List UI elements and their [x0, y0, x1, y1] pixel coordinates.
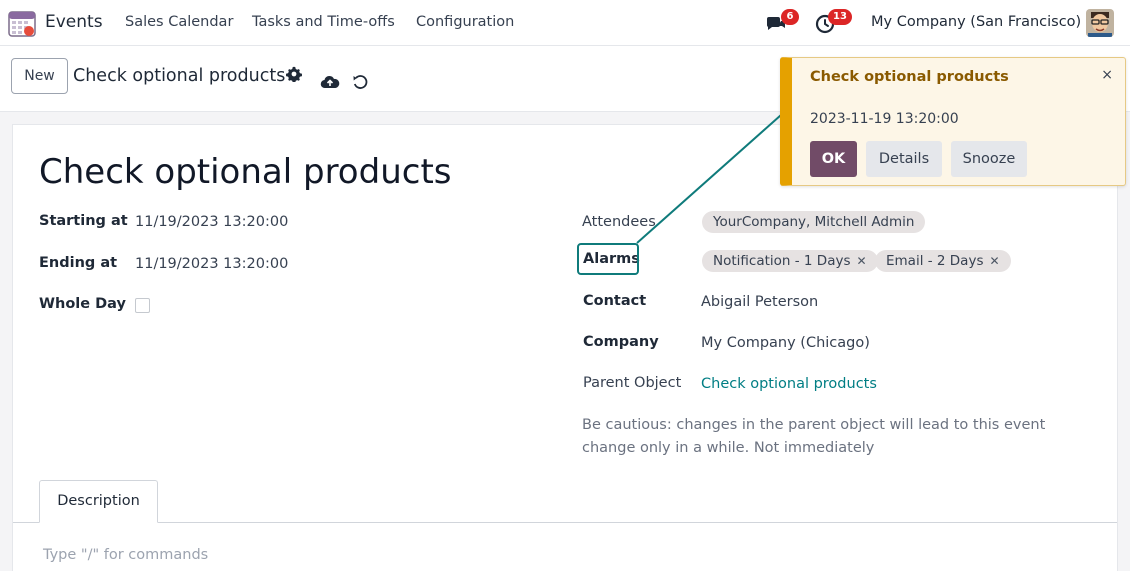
- parent-object-warning: Be cautious: changes in the parent objec…: [582, 417, 1046, 456]
- company-switcher[interactable]: My Company (San Francisco): [871, 14, 1081, 30]
- user-avatar[interactable]: [1086, 9, 1114, 37]
- calendar-app-icon[interactable]: [8, 9, 36, 37]
- starting-at-field[interactable]: 11/19/2023 13:20:00: [135, 214, 288, 230]
- alarms-highlight-box: [577, 243, 639, 275]
- gear-icon[interactable]: [285, 66, 303, 83]
- save-cloud-icon[interactable]: [320, 74, 340, 90]
- alarm-tag-notification[interactable]: Notification - 1 Days ✕: [702, 250, 878, 272]
- tab-divider: [13, 522, 1117, 523]
- tab-description[interactable]: Description: [39, 480, 158, 523]
- remove-tag-icon[interactable]: ✕: [989, 254, 999, 268]
- remove-tag-icon[interactable]: ✕: [857, 254, 867, 268]
- details-button[interactable]: Details: [866, 141, 942, 177]
- menu-tasks-time-offs[interactable]: Tasks and Time-offs: [252, 14, 395, 30]
- attendees-label: Attendees: [582, 214, 656, 230]
- ok-button[interactable]: OK: [810, 141, 857, 177]
- alarm-tag-email[interactable]: Email - 2 Days ✕: [875, 250, 1011, 272]
- menu-sales-calendar[interactable]: Sales Calendar: [125, 14, 233, 30]
- attendee-tag-label: YourCompany, Mitchell Admin: [713, 214, 915, 230]
- company-label: Company: [583, 334, 659, 350]
- alarm-tag-label: Email - 2 Days: [886, 253, 984, 269]
- ending-at-label: Ending at: [39, 255, 118, 271]
- new-button[interactable]: New: [11, 58, 68, 94]
- messages-badge: 6: [781, 9, 799, 25]
- description-editor[interactable]: Type "/" for commands: [43, 547, 208, 563]
- close-icon[interactable]: ×: [1101, 67, 1113, 83]
- activities-badge: 13: [828, 9, 852, 25]
- attendee-tag[interactable]: YourCompany, Mitchell Admin: [702, 211, 926, 233]
- menu-configuration[interactable]: Configuration: [416, 14, 514, 30]
- alarm-notification: Check optional products × 2023-11-19 13:…: [780, 57, 1126, 186]
- app-name[interactable]: Events: [45, 12, 103, 32]
- top-navbar: Events Sales Calendar Tasks and Time-off…: [0, 0, 1130, 46]
- record-title[interactable]: Check optional products: [39, 152, 451, 192]
- whole-day-label: Whole Day: [39, 296, 126, 312]
- whole-day-checkbox[interactable]: [135, 298, 150, 313]
- notification-datetime: 2023-11-19 13:20:00: [810, 111, 959, 127]
- starting-at-label: Starting at: [39, 213, 128, 229]
- breadcrumb-title: Check optional products: [73, 66, 286, 86]
- contact-label: Contact: [583, 293, 647, 309]
- alarm-tag-label: Notification - 1 Days: [713, 253, 851, 269]
- contact-field[interactable]: Abigail Peterson: [701, 294, 818, 310]
- snooze-button[interactable]: Snooze: [951, 141, 1027, 177]
- parent-object-label: Parent Object: [583, 375, 682, 391]
- discard-changes-icon[interactable]: [352, 74, 368, 90]
- notification-title: Check optional products: [810, 69, 1009, 85]
- parent-object-link[interactable]: Check optional products: [701, 376, 877, 392]
- company-field[interactable]: My Company (Chicago): [701, 335, 870, 351]
- ending-at-field[interactable]: 11/19/2023 13:20:00: [135, 256, 288, 272]
